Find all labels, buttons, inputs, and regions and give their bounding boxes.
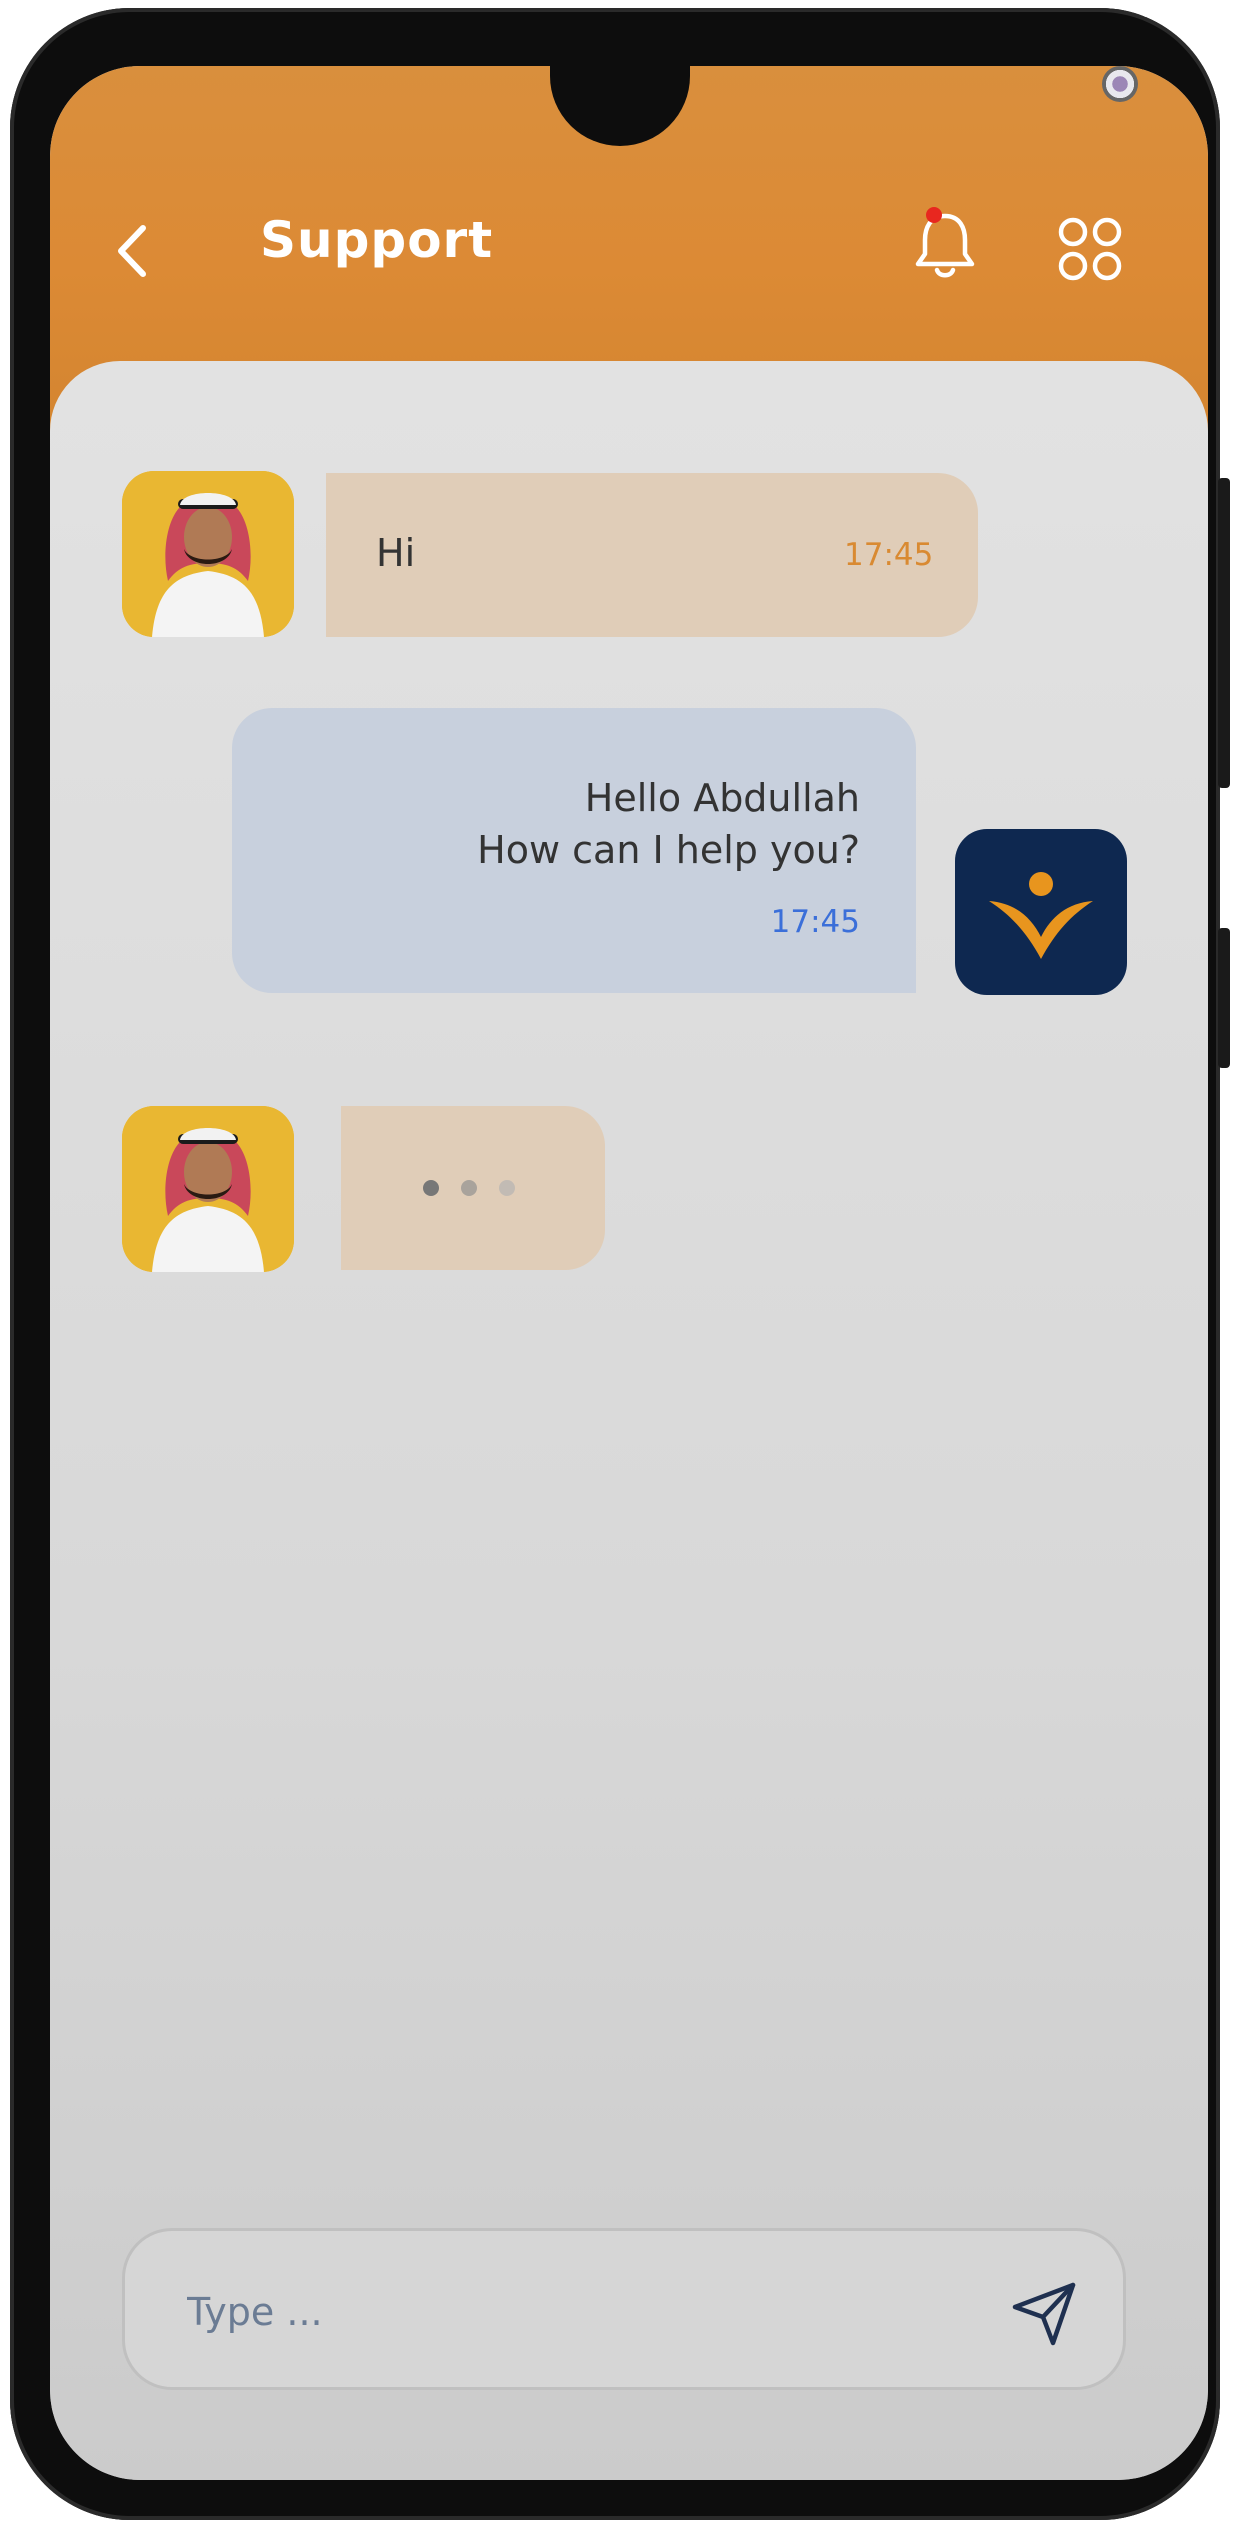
incoming-message-bubble: Hi 17:45	[326, 473, 978, 637]
message-time: 17:45	[770, 904, 860, 940]
user-avatar	[122, 1106, 294, 1272]
back-button[interactable]	[105, 216, 165, 286]
send-button[interactable]	[1009, 2277, 1081, 2349]
message-time: 17:45	[844, 537, 934, 573]
message-text: Hi	[376, 531, 416, 575]
send-icon	[1012, 2282, 1076, 2346]
message-composer	[122, 2228, 1126, 2390]
typing-indicator-bubble	[341, 1106, 605, 1270]
support-logo-icon	[989, 872, 1093, 959]
grid-icon	[1058, 217, 1122, 281]
page-title: Support	[260, 211, 494, 269]
phone-side-button	[1218, 928, 1230, 1068]
message-line-2: How can I help you?	[477, 828, 860, 872]
phone-frame: Support Hi 17:45 Hello Abdullah How can …	[10, 8, 1230, 2520]
typing-dot	[423, 1180, 439, 1196]
support-avatar	[955, 829, 1127, 995]
bell-icon	[915, 213, 975, 278]
notification-badge	[926, 207, 942, 223]
chat-area	[50, 361, 1208, 2480]
typing-dot	[461, 1180, 477, 1196]
camera-icon	[1102, 66, 1138, 102]
chevron-left-icon	[118, 225, 146, 277]
menu-button[interactable]	[1055, 214, 1125, 284]
outgoing-message-bubble: Hello Abdullah How can I help you? 17:45	[232, 708, 916, 993]
app-screen: Support Hi 17:45 Hello Abdullah How can …	[50, 66, 1208, 2480]
message-input[interactable]	[185, 2271, 949, 2353]
typing-dot	[499, 1180, 515, 1196]
user-avatar	[122, 471, 294, 637]
notifications-button[interactable]	[910, 206, 980, 286]
user-avatar-image	[122, 1106, 294, 1272]
phone-side-button	[1218, 478, 1230, 788]
user-avatar-image	[122, 471, 294, 637]
message-line-1: Hello Abdullah	[584, 776, 860, 820]
